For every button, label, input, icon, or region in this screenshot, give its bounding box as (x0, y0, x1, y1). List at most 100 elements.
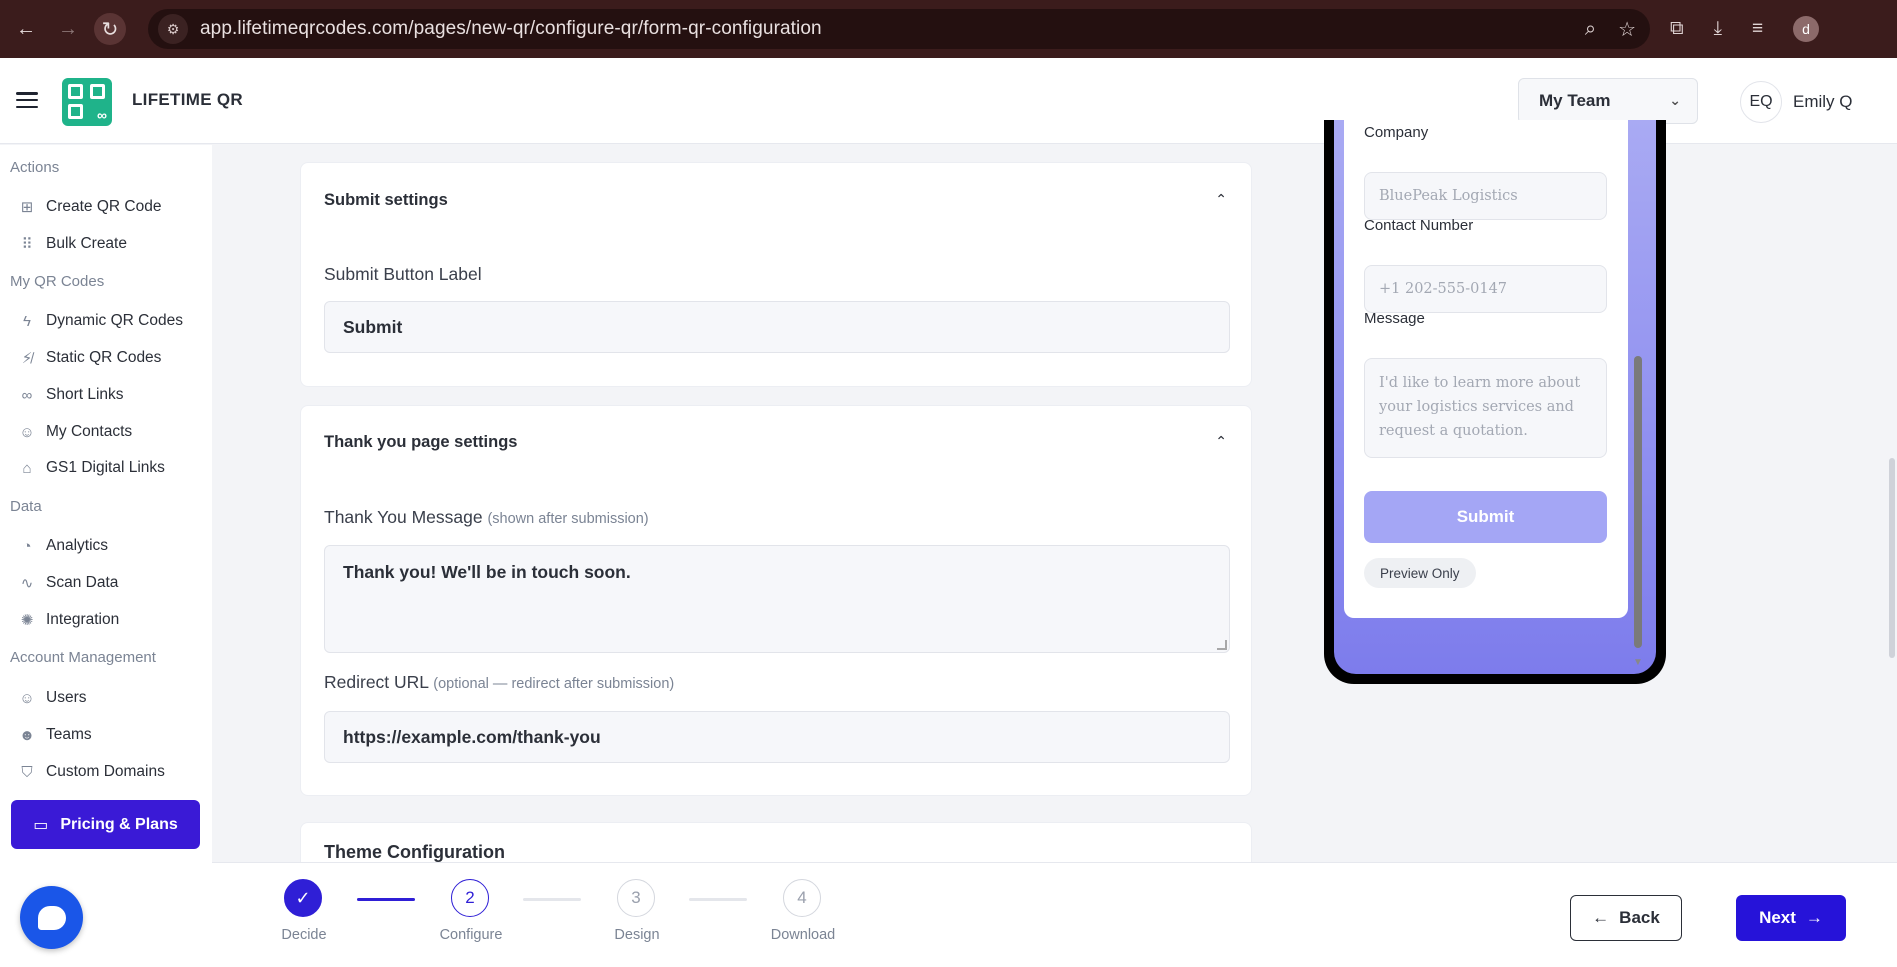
sidebar-item-label: Integration (46, 611, 120, 628)
lifetime-qr-logo[interactable]: ∞ (62, 78, 112, 126)
theme-configuration-title[interactable]: Theme Configuration (324, 842, 505, 863)
next-button[interactable]: Next → (1736, 895, 1846, 941)
sidebar-item-label: Custom Domains (46, 763, 165, 780)
arrow-left-icon: ← (1592, 908, 1610, 927)
chat-support-button[interactable] (20, 886, 83, 949)
sidebar-item-scan-data[interactable]: ∿ Scan Data (18, 570, 119, 596)
address-bar[interactable]: ⚙ app.lifetimeqrcodes.com/pages/new-qr/c… (148, 9, 1650, 49)
chevron-up-icon[interactable]: ⌃ (1215, 433, 1227, 450)
menu-icon[interactable] (16, 92, 38, 108)
thank-you-message-textarea[interactable]: Thank you! We'll be in touch soon. (324, 545, 1230, 653)
step-download-number: 4 (783, 879, 821, 917)
sidebar-item-bulk-create[interactable]: ⠿ Bulk Create (18, 231, 127, 257)
chevron-up-icon[interactable]: ⌃ (1215, 191, 1227, 208)
sidebar-item-short-links[interactable]: ∞ Short Links (18, 382, 124, 408)
redirect-url-label: Redirect URL (optional — redirect after … (324, 672, 674, 693)
chevron-down-icon: ⌄ (1669, 92, 1681, 108)
preview-scrollbar-thumb[interactable] (1634, 356, 1642, 648)
lightning-icon: ϟ (23, 312, 31, 330)
submit-button-label-label: Submit Button Label (324, 264, 482, 284)
preview-company-label: Company (1364, 124, 1429, 141)
pricing-plans-button[interactable]: ▭ Pricing & Plans (11, 800, 200, 849)
preview-form-card: Company BluePeak Logistics Contact Numbe… (1344, 120, 1628, 618)
preview-scrollbar[interactable]: ▼ (1633, 120, 1643, 668)
sidebar-item-integration[interactable]: ✺ Integration (18, 607, 120, 633)
lightning-off-icon: ⚡̸ (21, 350, 33, 367)
shield-icon: ⛉ (21, 763, 33, 781)
team-select-value: My Team (1539, 91, 1611, 110)
url-text[interactable]: app.lifetimeqrcodes.com/pages/new-qr/con… (200, 18, 822, 40)
grid-icon: ⠿ (21, 236, 33, 253)
step-download[interactable]: 4 (783, 879, 823, 917)
submit-settings-title[interactable]: Submit settings (324, 191, 448, 210)
sidebar-section-actions: Actions (10, 159, 60, 176)
sidebar-item-custom-domains[interactable]: ⛉ Custom Domains (18, 759, 165, 785)
site-settings-icon[interactable]: ⚙ (158, 14, 188, 44)
preview-contact-label: Contact Number (1364, 217, 1474, 234)
step-connector (689, 898, 747, 901)
bookmark-star-icon[interactable]: ☆ (1618, 17, 1636, 42)
sidebar-item-label: GS1 Digital Links (46, 459, 165, 476)
lightbulb-icon: ✺ (20, 612, 34, 629)
step-configure[interactable]: 2 (451, 879, 491, 917)
preview-submit-button[interactable]: Submit (1364, 491, 1607, 543)
sidebar-item-dynamic-qr-codes[interactable]: ϟ Dynamic QR Codes (18, 308, 183, 334)
preview-contact-input[interactable]: +1 202-555-0147 (1364, 265, 1607, 313)
profile-avatar[interactable]: d (1793, 16, 1820, 42)
redirect-url-input[interactable]: https://example.com/thank-you (324, 711, 1230, 763)
page-scrollbar[interactable] (1889, 458, 1895, 658)
users-icon: ☻ (19, 726, 35, 744)
thank-you-message-label-text: Thank You Message (324, 507, 483, 527)
step-connector (523, 898, 581, 901)
step-design[interactable]: 3 (617, 879, 657, 917)
sidebar-item-label: Create QR Code (46, 198, 162, 215)
step-configure-label: Configure (439, 927, 503, 943)
sidebar-item-label: Short Links (46, 386, 124, 403)
step-design-label: Design (614, 927, 660, 943)
forward-arrow-icon[interactable]: → (52, 13, 84, 45)
sidebar-item-static-qr-codes[interactable]: ⚡̸ Static QR Codes (18, 345, 162, 371)
pricing-plans-label: Pricing & Plans (60, 815, 178, 833)
thank-you-message-label: Thank You Message (shown after submissio… (324, 507, 649, 528)
preview-message-placeholder: I'd like to learn more about your logist… (1379, 375, 1581, 439)
team-select[interactable]: My Team ⌄ (1518, 78, 1698, 124)
user-plus-icon: ☺ (19, 689, 35, 707)
redirect-url-hint: (optional — redirect after submission) (433, 676, 675, 692)
sidebar: Actions ⊞ Create QR Code ⠿ Bulk Create M… (0, 145, 212, 967)
phone-screen: Company BluePeak Logistics Contact Numbe… (1334, 120, 1656, 674)
activity-icon: ∿ (20, 575, 34, 592)
submit-button-label-input[interactable]: Submit (324, 301, 1230, 353)
sidebar-item-label: Analytics (46, 537, 109, 554)
reload-icon[interactable]: ↻ (94, 13, 126, 45)
sidebar-item-my-contacts[interactable]: ☺ My Contacts (18, 419, 132, 445)
checkmark-icon: ✓ (284, 879, 322, 917)
sidebar-item-label: Users (46, 689, 87, 706)
sidebar-item-gs1-digital-links[interactable]: ⌂ GS1 Digital Links (18, 455, 165, 481)
thank-you-settings-title[interactable]: Thank you page settings (324, 433, 517, 452)
credit-card-icon: ▭ (33, 816, 49, 834)
browser-toolbar: ← → ↻ ⚙ app.lifetimeqrcodes.com/pages/ne… (0, 0, 1897, 58)
step-decide-label: Decide (281, 927, 327, 943)
sidebar-item-teams[interactable]: ☻ Teams (18, 722, 92, 748)
zoom-icon[interactable]: ⌕ (1585, 18, 1596, 41)
sidebar-section-data: Data (10, 498, 42, 515)
user-name[interactable]: Emily Q (1793, 92, 1853, 112)
step-decide[interactable]: ✓ (284, 879, 324, 917)
preview-company-input[interactable]: BluePeak Logistics (1364, 172, 1607, 220)
download-icon[interactable]: ⤓ (1714, 18, 1722, 40)
media-icon[interactable]: ≡ (1752, 18, 1763, 40)
thank-you-message-value: Thank you! We'll be in touch soon. (343, 562, 631, 582)
user-avatar[interactable]: EQ (1740, 81, 1782, 123)
back-button[interactable]: ← Back (1570, 895, 1682, 941)
sidebar-item-analytics[interactable]: ◔ Analytics (18, 533, 108, 559)
sidebar-item-label: Scan Data (46, 574, 119, 591)
extensions-icon[interactable]: ⧉ (1670, 18, 1684, 40)
preview-only-badge: Preview Only (1364, 558, 1476, 588)
redirect-url-label-text: Redirect URL (324, 672, 429, 692)
sidebar-item-create-qr-code[interactable]: ⊞ Create QR Code (18, 194, 162, 220)
sidebar-item-users[interactable]: ☺ Users (18, 685, 86, 711)
preview-message-textarea[interactable]: I'd like to learn more about your logist… (1364, 358, 1607, 458)
resize-handle-icon[interactable] (1217, 640, 1227, 650)
back-arrow-icon[interactable]: ← (10, 13, 42, 45)
scroll-down-arrow-icon[interactable]: ▼ (1633, 657, 1643, 668)
